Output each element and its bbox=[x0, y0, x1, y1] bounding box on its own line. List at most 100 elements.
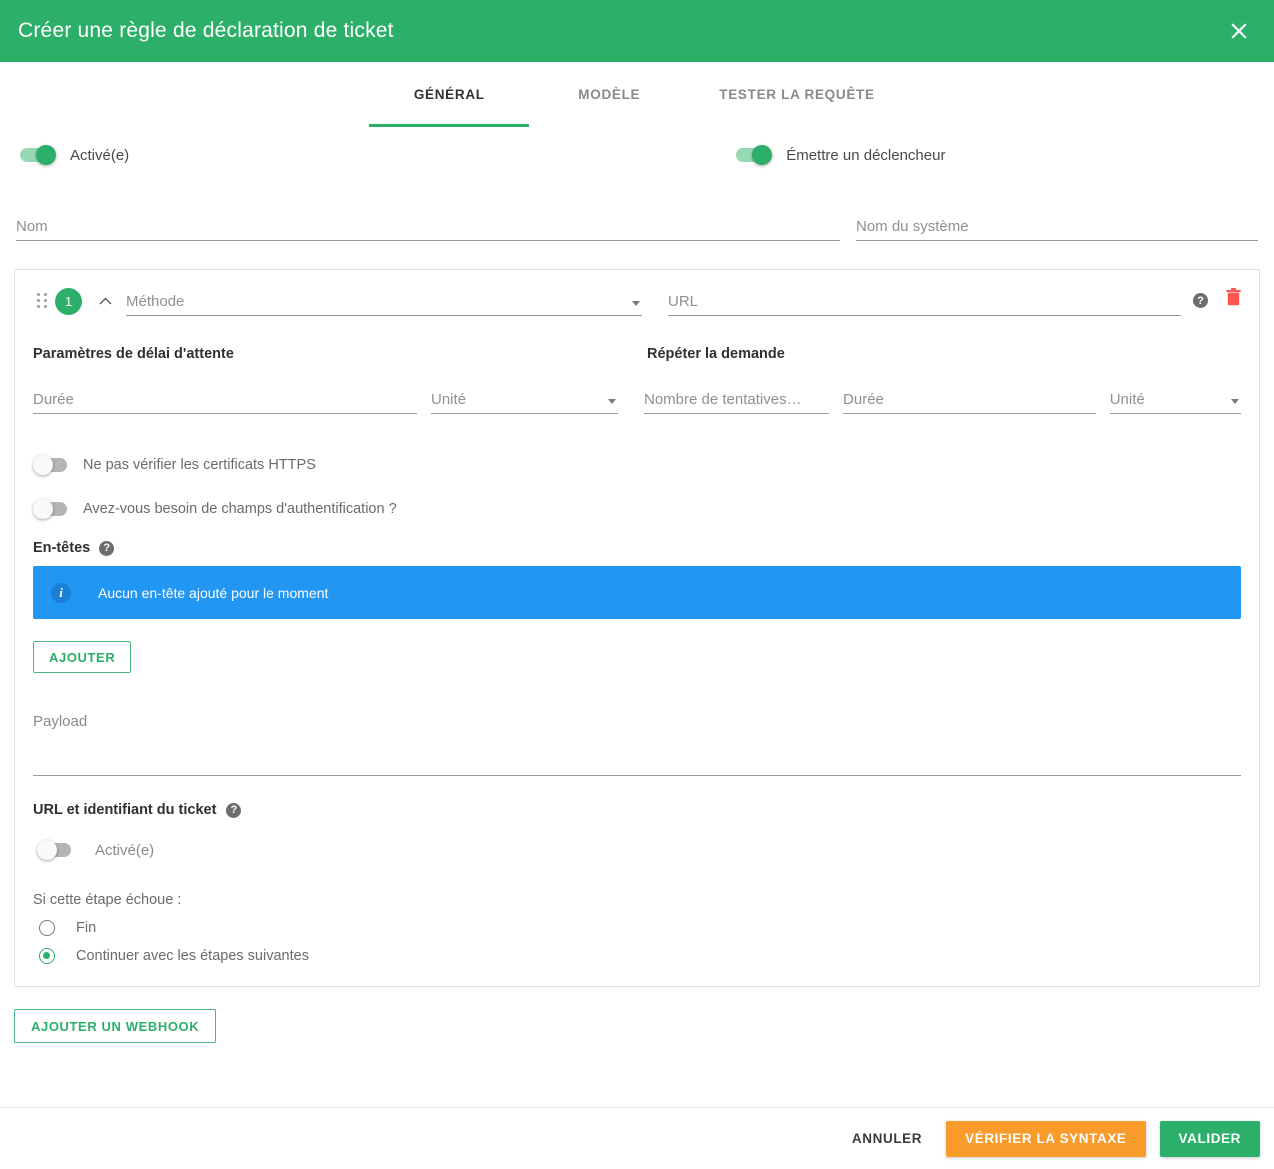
dot bbox=[36, 305, 40, 308]
need-auth-label: Avez-vous besoin de champs d'authentific… bbox=[83, 501, 397, 517]
toggle-thumb bbox=[37, 840, 57, 860]
timeout-unit-placeholder: Unité bbox=[430, 392, 467, 408]
toggle-thumb bbox=[33, 455, 53, 475]
dot bbox=[43, 293, 47, 296]
step-options-toggles: Ne pas vérifier les certificats HTTPS Av… bbox=[33, 450, 1241, 524]
payload-block: Payload bbox=[33, 713, 1241, 776]
method-select-placeholder: Méthode bbox=[126, 294, 185, 310]
dialog-header: Créer une règle de déclaration de ticket bbox=[0, 0, 1274, 62]
toggle-thumb bbox=[36, 145, 56, 165]
dot bbox=[43, 299, 47, 302]
headers-help-icon[interactable]: ? bbox=[99, 540, 115, 556]
drag-handle-icon[interactable] bbox=[33, 290, 51, 312]
retry-duration-input[interactable]: Durée bbox=[843, 384, 1096, 414]
step-number-badge: 1 bbox=[55, 287, 82, 315]
info-icon: i bbox=[51, 582, 71, 603]
step-header-row: 1 Méthode URL ? bbox=[33, 286, 1241, 316]
headers-empty-banner: i Aucun en-tête ajouté pour le moment bbox=[33, 566, 1241, 619]
chevron-down-icon bbox=[608, 399, 616, 404]
tab-tester-label: TESTER LA REQUÊTE bbox=[719, 87, 875, 102]
name-input[interactable]: Nom bbox=[16, 211, 840, 241]
tab-tester-la-requete[interactable]: TESTER LA REQUÊTE bbox=[689, 62, 904, 127]
headers-empty-message: Aucun en-tête ajouté pour le moment bbox=[98, 584, 329, 601]
check-syntax-button[interactable]: VÉRIFIER LA SYNTAXE bbox=[946, 1120, 1146, 1157]
chevron-down-icon bbox=[632, 301, 640, 306]
add-header-button[interactable]: AJOUTER bbox=[33, 641, 132, 673]
step-section-titles: Paramètres de délai d'attente Répéter la… bbox=[33, 346, 1241, 362]
dot bbox=[36, 299, 40, 302]
dot bbox=[43, 305, 47, 308]
page-title: Créer une règle de déclaration de ticket bbox=[18, 19, 394, 42]
radio-icon-selected bbox=[39, 948, 55, 964]
ticket-url-enabled-toggle[interactable] bbox=[37, 840, 73, 860]
headers-section-title-row: En-têtes ? bbox=[33, 540, 1241, 556]
on-failure-option-continue-label: Continuer avec les étapes suivantes bbox=[76, 948, 309, 964]
timeout-section-title: Paramètres de délai d'attente bbox=[33, 346, 234, 362]
name-input-placeholder: Nom bbox=[16, 219, 48, 235]
headers-section-title: En-têtes bbox=[33, 540, 91, 556]
ticket-url-section-title: URL et identifiant du ticket bbox=[33, 802, 217, 818]
timeout-unit-select[interactable]: Unité bbox=[430, 384, 618, 414]
enabled-toggle[interactable] bbox=[20, 145, 56, 165]
tab-bar: GÉNÉRAL MODÈLE TESTER LA REQUÊTE bbox=[0, 62, 1274, 127]
chevron-down-icon bbox=[1231, 399, 1240, 404]
retry-unit-placeholder: Unité bbox=[1109, 392, 1145, 408]
close-button[interactable] bbox=[1222, 14, 1256, 48]
on-failure-option-end[interactable]: Fin bbox=[33, 920, 1241, 936]
trash-icon[interactable] bbox=[1226, 288, 1241, 311]
emit-trigger-toggle-label: Émettre un déclencheur bbox=[786, 146, 946, 164]
chevron-up-glyph bbox=[99, 297, 111, 305]
ticket-url-enabled-label: Activé(e) bbox=[95, 841, 155, 859]
on-failure-option-end-label: Fin bbox=[76, 920, 97, 936]
on-failure-option-continue[interactable]: Continuer avec les étapes suivantes bbox=[33, 948, 1241, 964]
tab-general[interactable]: GÉNÉRAL bbox=[369, 62, 530, 127]
on-failure-label: Si cette étape échoue : bbox=[33, 892, 182, 908]
validate-button[interactable]: VALIDER bbox=[1159, 1120, 1260, 1157]
system-name-input-placeholder: Nom du système bbox=[856, 219, 969, 235]
ticket-url-toggle-row: Activé(e) bbox=[33, 840, 1241, 860]
payload-textarea[interactable] bbox=[33, 730, 1241, 776]
add-webhook-button-label: AJOUTER UN WEBHOOK bbox=[31, 1018, 200, 1034]
tab-general-label: GÉNÉRAL bbox=[413, 87, 485, 102]
emit-trigger-toggle[interactable] bbox=[736, 145, 773, 165]
ticket-url-help-icon[interactable]: ? bbox=[226, 802, 242, 818]
close-icon bbox=[1231, 23, 1247, 39]
retry-section-title: Répéter la demande bbox=[647, 346, 785, 362]
url-help-icon[interactable]: ? bbox=[1193, 293, 1208, 308]
toggle-thumb bbox=[33, 499, 53, 519]
retry-unit-select[interactable]: Unité bbox=[1109, 384, 1242, 414]
enabled-toggle-label: Activé(e) bbox=[70, 146, 130, 164]
chevron-up-icon[interactable] bbox=[94, 290, 116, 312]
payload-label: Payload bbox=[33, 713, 88, 730]
trash-glyph bbox=[1226, 288, 1241, 306]
webhook-step-card: 1 Méthode URL ? Paramètres de délai d'at… bbox=[14, 269, 1260, 987]
add-webhook-button[interactable]: AJOUTER UN WEBHOOK bbox=[14, 1009, 217, 1043]
timeout-duration-input[interactable]: Durée bbox=[33, 384, 417, 414]
add-webhook-wrap: AJOUTER UN WEBHOOK bbox=[14, 1009, 1260, 1043]
cancel-button[interactable]: ANNULER bbox=[836, 1121, 938, 1157]
timeout-retry-fields-row: Durée Unité Nombre de tentatives… Durée … bbox=[33, 384, 1242, 414]
method-select[interactable]: Méthode bbox=[126, 286, 642, 316]
name-fields-row: Nom Nom du système bbox=[14, 183, 1260, 241]
timeout-duration-placeholder: Durée bbox=[33, 392, 74, 408]
tab-modele[interactable]: MODÈLE bbox=[529, 62, 689, 127]
url-input[interactable]: URL bbox=[668, 286, 1181, 316]
retry-attempts-placeholder: Nombre de tentatives… bbox=[644, 392, 802, 408]
dialog-footer: ANNULER VÉRIFIER LA SYNTAXE VALIDER bbox=[0, 1107, 1274, 1169]
url-input-placeholder: URL bbox=[668, 294, 699, 310]
retry-attempts-input[interactable]: Nombre de tentatives… bbox=[644, 384, 830, 414]
radio-icon bbox=[39, 920, 55, 936]
system-name-input[interactable]: Nom du système bbox=[856, 211, 1258, 241]
tab-modele-label: MODÈLE bbox=[578, 87, 641, 102]
need-auth-toggle[interactable] bbox=[33, 499, 69, 519]
top-toggle-row: Activé(e) Émettre un déclencheur bbox=[14, 127, 1260, 183]
ticket-url-section-title-row: URL et identifiant du ticket ? bbox=[33, 802, 1241, 818]
skip-https-toggle[interactable] bbox=[33, 455, 69, 475]
toggle-thumb bbox=[752, 145, 773, 165]
add-header-button-label: AJOUTER bbox=[49, 649, 116, 665]
dot bbox=[36, 293, 40, 296]
url-zone: URL ? bbox=[668, 286, 1241, 316]
retry-duration-placeholder: Durée bbox=[843, 392, 884, 408]
skip-https-row: Ne pas vérifier les certificats HTTPS bbox=[33, 450, 1241, 480]
dialog-body: Activé(e) Émettre un déclencheur Nom Nom… bbox=[0, 127, 1274, 1043]
